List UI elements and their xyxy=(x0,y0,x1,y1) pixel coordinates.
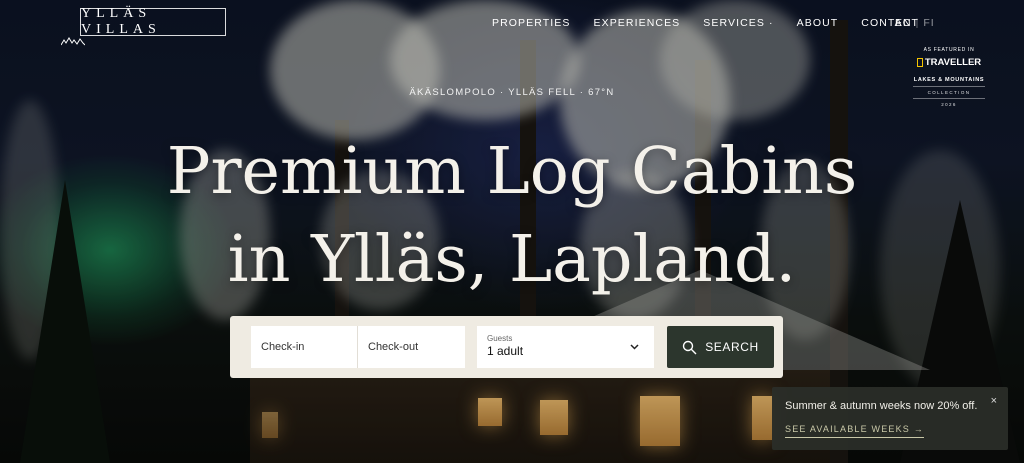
location-eyebrow: ÄKÄSLOMPOLO · YLLÄS FELL · 67°N xyxy=(409,87,615,98)
lang-separator: | xyxy=(915,17,920,29)
mountain-logo-icon xyxy=(61,37,85,46)
yellow-frame-icon xyxy=(916,58,923,67)
featured-divider xyxy=(913,98,985,99)
checkout-placeholder: Check-out xyxy=(368,341,419,353)
collection-title: LAKES & MOUNTAINS xyxy=(913,77,985,83)
publication-name: TRAVELLER xyxy=(924,57,982,68)
headline-line-2: in Ylläs, Lapland. xyxy=(227,222,797,297)
chevron-down-icon xyxy=(630,344,639,350)
toast-message: Summer & autumn weeks now 20% off. xyxy=(785,400,978,412)
guests-select[interactable]: Guests 1 adult xyxy=(477,326,654,368)
checkin-field[interactable]: Check-in xyxy=(251,326,358,368)
close-icon[interactable]: × xyxy=(991,395,997,407)
guests-value: 1 adult xyxy=(487,344,524,358)
nav-item-about[interactable]: ABOUT xyxy=(797,17,839,29)
publication-logo: TRAVELLER xyxy=(916,57,982,68)
see-available-weeks-link[interactable]: SEE AVAILABLE WEEKS → xyxy=(785,424,924,438)
featured-badge: AS FEATURED IN TRAVELLER LAKES & MOUNTAI… xyxy=(905,47,993,107)
search-button[interactable]: SEARCH xyxy=(667,326,774,368)
headline-line-1: Premium Log Cabins xyxy=(166,134,858,209)
hero-headline: Premium Log Cabins in Ylläs, Lapland. xyxy=(0,128,1024,304)
featured-label: AS FEATURED IN xyxy=(923,47,975,53)
collection-year: 2026 xyxy=(941,102,957,107)
lang-fi[interactable]: FI xyxy=(923,17,934,29)
search-label: SEARCH xyxy=(705,340,759,354)
nav-item-services[interactable]: SERVICES · xyxy=(703,17,773,29)
promo-toast: Summer & autumn weeks now 20% off. SEE A… xyxy=(772,387,1008,450)
language-switcher: EN | FI xyxy=(895,17,935,29)
nav-item-properties[interactable]: PROPERTIES xyxy=(492,17,571,29)
lang-en[interactable]: EN xyxy=(895,17,912,29)
brand-logo[interactable]: YLLÄS VILLAS xyxy=(80,6,226,37)
brand-name: YLLÄS VILLAS xyxy=(81,6,161,37)
checkout-field[interactable]: Check-out xyxy=(358,326,465,368)
main-nav: PROPERTIES EXPERIENCES SERVICES · ABOUT … xyxy=(492,17,942,29)
nav-item-experiences[interactable]: EXPERIENCES xyxy=(594,17,681,29)
guests-label: Guests xyxy=(487,334,513,343)
booking-bar: Check-in Check-out Guests 1 adult SEARCH xyxy=(230,316,783,378)
search-icon xyxy=(682,340,697,354)
checkin-placeholder: Check-in xyxy=(261,341,305,353)
